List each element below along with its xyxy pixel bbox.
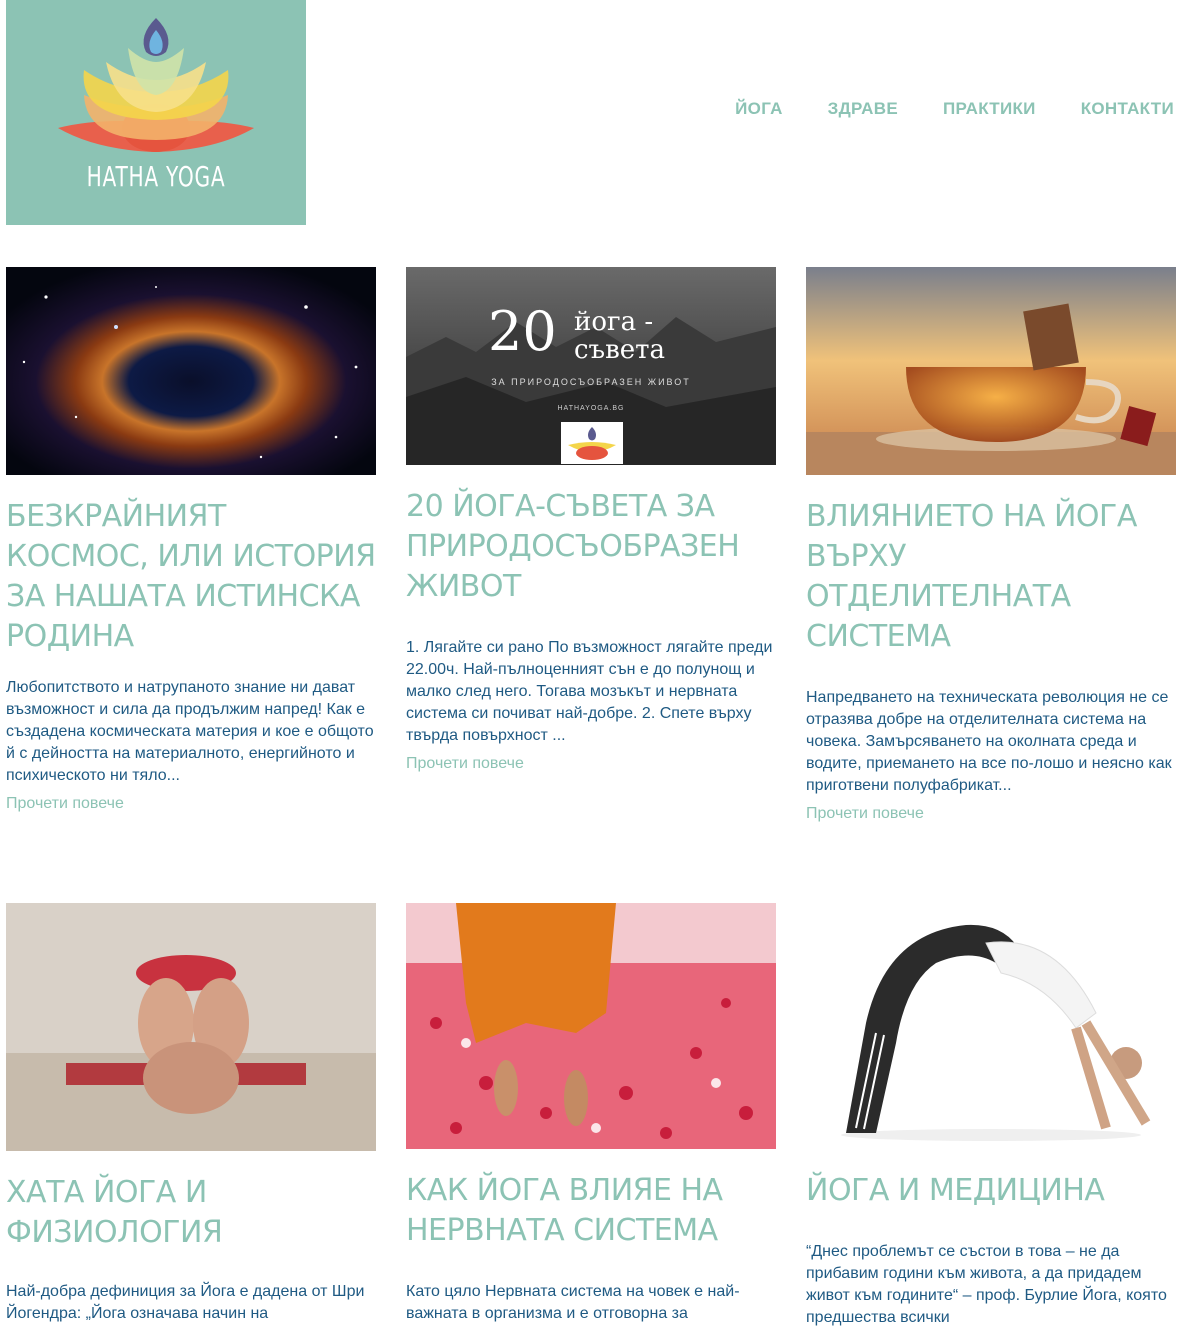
post-title[interactable]: ВЛИЯНИЕТО НА ЙОГА ВЪРХУ ОТДЕЛИТЕЛНАТА СИ… — [806, 497, 1176, 657]
post-card: ВЛИЯНИЕТО НА ЙОГА ВЪРХУ ОТДЕЛИТЕЛНАТА СИ… — [806, 267, 1176, 823]
read-more-link[interactable]: Прочети повече — [406, 755, 776, 773]
post-title[interactable]: ХАТА ЙОГА И ФИЗИОЛОГИЯ — [6, 1173, 376, 1253]
tea-cup-image — [806, 267, 1176, 475]
thumb-line1: йога - — [574, 307, 654, 337]
thumb-tagline: ЗА ПРИРОДОСЪОБРАЗЕН ЖИВОТ — [491, 377, 691, 387]
thumb-site: HATHAYOGA.BG — [557, 405, 625, 412]
nav-link-health[interactable]: ЗДРАВЕ — [828, 99, 898, 119]
post-title[interactable]: ЙОГА И МЕДИЦИНА — [806, 1171, 1176, 1211]
post-title[interactable]: 20 ЙОГА-СЪВЕТА ЗА ПРИРОДОСЪОБРАЗЕН ЖИВОТ — [406, 487, 776, 607]
post-card: КАК ЙОГА ВЛИЯЕ НА НЕРВНАТА СИСТЕМА Като … — [406, 903, 776, 1325]
thumb-line2: съвета — [574, 335, 666, 365]
nav-link-yoga[interactable]: ЙОГА — [735, 99, 783, 119]
read-more-link[interactable]: Прочети повече — [6, 795, 376, 813]
post-excerpt: Напредването на техническата революция н… — [806, 689, 1172, 794]
post-title[interactable]: КАК ЙОГА ВЛИЯЕ НА НЕРВНАТА СИСТЕМА — [406, 1171, 776, 1251]
main-nav: ЙОГА ЗДРАВЕ ПРАКТИКИ КОНТАКТИ — [735, 99, 1174, 119]
post-excerpt: Най-добра дефиниция за Йога е дадена от … — [6, 1283, 365, 1322]
post-card: ХАТА ЙОГА И ФИЗИОЛОГИЯ Най-добра дефиниц… — [6, 903, 376, 1325]
site-logo[interactable]: HATHA YOGA — [6, 0, 306, 225]
post-image[interactable] — [806, 267, 1176, 475]
post-image[interactable] — [6, 903, 376, 1151]
post-excerpt: Като цяло Нервната система на човек е на… — [406, 1283, 740, 1322]
post-image[interactable] — [6, 267, 376, 475]
post-card: БЕЗКРАЙНИЯТ КОСМОС, ИЛИ ИСТОРИЯ ЗА НАШАТ… — [6, 267, 376, 813]
mountains-image — [406, 317, 776, 465]
post-title[interactable]: БЕЗКРАЙНИЯТ КОСМОС, ИЛИ ИСТОРИЯ ЗА НАШАТ… — [6, 497, 376, 657]
post-excerpt: “Днес проблемът се състои в това – не да… — [806, 1243, 1167, 1326]
post-card: 20 йога - съвета ЗА ПРИРОДОСЪОБРАЗЕН ЖИВ… — [406, 267, 776, 773]
post-card: ЙОГА И МЕДИЦИНА “Днес проблемът се състо… — [806, 903, 1176, 1329]
post-excerpt: 1. Лягайте си рано По възможност лягайте… — [406, 639, 773, 744]
thumb-number: 20 — [488, 300, 557, 363]
post-image[interactable] — [806, 903, 1176, 1149]
backbend-image — [806, 903, 1176, 1149]
logo-text: HATHA YOGA — [86, 160, 226, 193]
read-more-link[interactable]: Прочети повече — [806, 805, 1176, 823]
petals-image — [406, 903, 776, 1149]
nebula-image — [6, 267, 376, 475]
nav-link-contacts[interactable]: КОНТАКТИ — [1081, 99, 1174, 119]
forward-bend-image — [6, 903, 376, 1151]
post-excerpt: Любопитството и натрупаното знание ни да… — [6, 679, 374, 784]
post-image[interactable]: 20 йога - съвета ЗА ПРИРОДОСЪОБРАЗЕН ЖИВ… — [406, 267, 776, 465]
post-image[interactable] — [406, 903, 776, 1149]
nav-link-practices[interactable]: ПРАКТИКИ — [943, 99, 1036, 119]
